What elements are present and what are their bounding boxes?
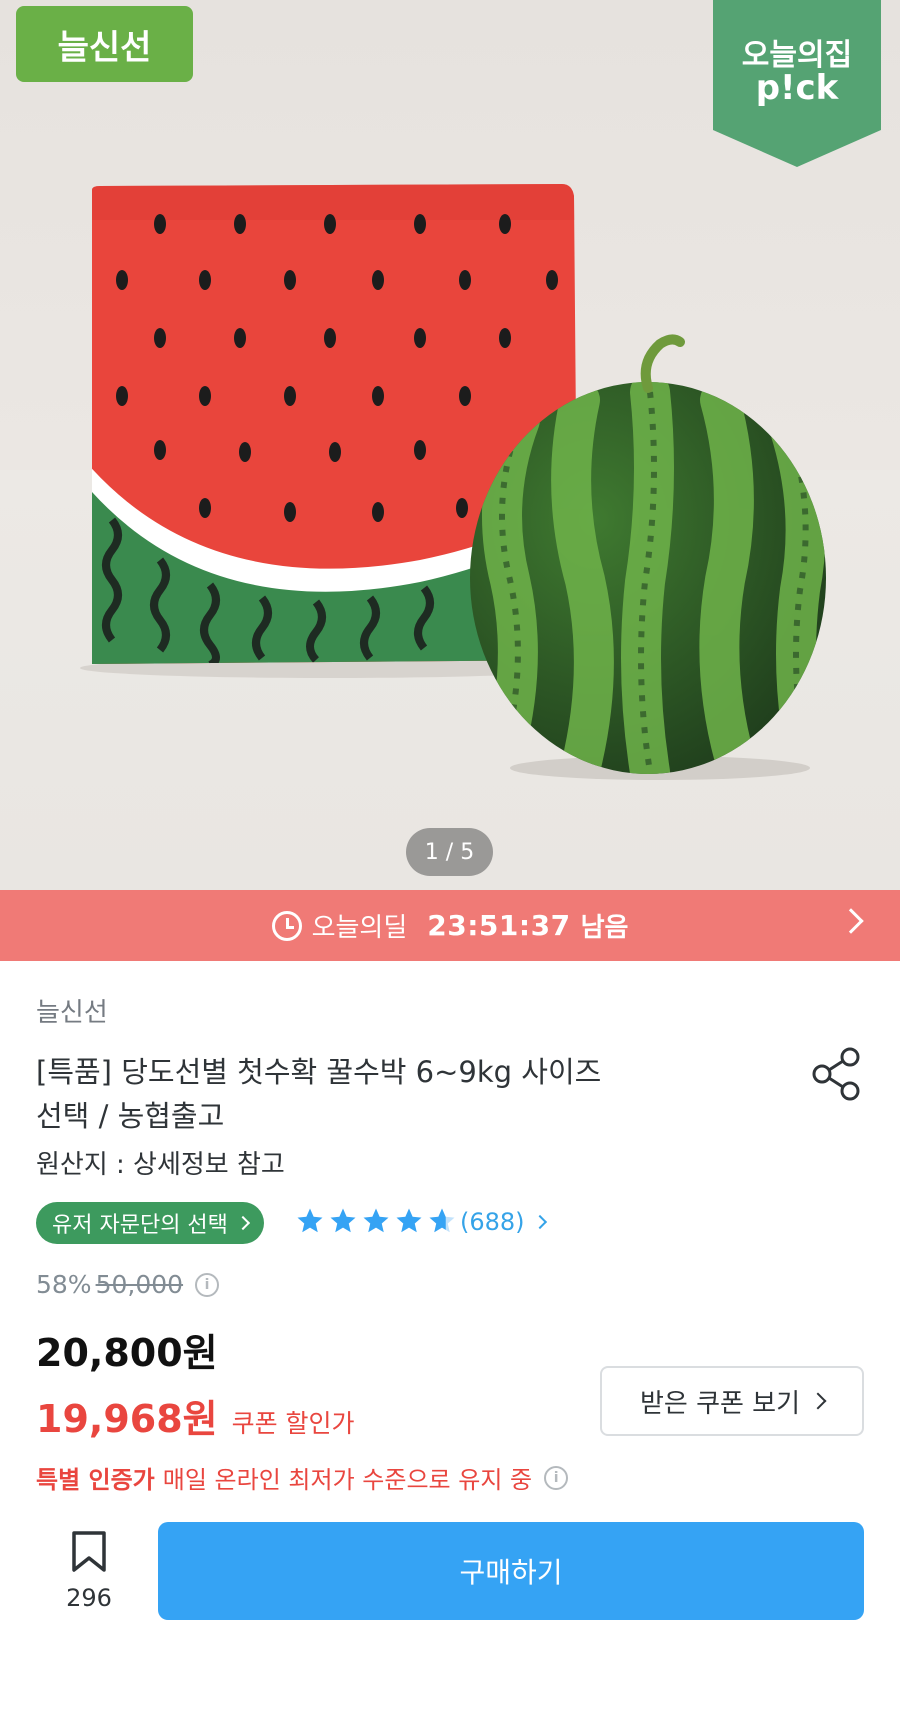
original-price: 50,000 — [95, 1270, 184, 1299]
discount-rate: 58% — [36, 1270, 92, 1299]
star-icon — [297, 1208, 323, 1233]
chevron-right-icon — [532, 1214, 547, 1230]
star-icon — [363, 1208, 389, 1233]
view-coupons-label: 받은 쿠폰 보기 — [639, 1388, 801, 1419]
todays-deal-bar[interactable]: 오늘의딜 23:51:37 남음 — [0, 890, 900, 961]
chevron-right-icon — [235, 1215, 250, 1231]
certified-price-notice: 특별 인증가 매일 온라인 최저가 수준으로 유지 중 i — [36, 1460, 569, 1495]
clock-icon — [271, 910, 302, 941]
star-icon — [396, 1208, 422, 1233]
image-pager: 1 / 5 — [406, 828, 493, 876]
deal-remaining-label: 남음 — [580, 913, 629, 943]
bookmark-button[interactable]: 296 — [56, 1530, 122, 1612]
buy-button[interactable]: 구매하기 — [158, 1522, 864, 1620]
share-button[interactable] — [810, 1046, 862, 1102]
fresh-badge: 늘신선 — [16, 6, 193, 82]
coupon-price-label: 쿠폰 할인가 — [231, 1409, 355, 1438]
product-title-line2: 선택 / 농협출고 — [36, 1099, 225, 1133]
view-coupons-button[interactable]: 받은 쿠폰 보기 — [600, 1366, 864, 1436]
user-panel-choice-badge[interactable]: 유저 자문단의 선택 — [36, 1202, 264, 1244]
review-count-link[interactable]: (688) — [460, 1208, 547, 1236]
half-star-icon — [429, 1208, 455, 1233]
bookmark-count: 296 — [66, 1584, 112, 1612]
cert-text: 매일 온라인 최저가 수준으로 유지 중 — [162, 1466, 533, 1494]
sale-price: 20,800원 — [36, 1331, 218, 1375]
product-image-carousel[interactable]: 늘신선 오늘의집 p!ck 1 / 5 — [0, 0, 900, 890]
star-icon — [330, 1208, 356, 1233]
product-title-line1: [특품] 당도선별 첫수확 꿀수박 6~9kg 사이즈 — [36, 1055, 602, 1089]
brand-name[interactable]: 늘신선 — [36, 992, 108, 1029]
pick-badge-line2: p!ck — [755, 68, 839, 108]
discount-row: 58% 50,000 i — [36, 1270, 220, 1299]
choice-badge-label: 유저 자문단의 선택 — [52, 1213, 228, 1238]
chevron-right-icon — [838, 908, 864, 934]
info-icon[interactable]: i — [195, 1272, 220, 1297]
cert-strong: 특별 인증가 — [36, 1466, 155, 1494]
review-count: (688) — [460, 1208, 525, 1236]
deal-label: 오늘의딜 — [311, 913, 408, 943]
product-title: [특품] 당도선별 첫수확 꿀수박 6~9kg 사이즈 선택 / 농협출고 — [36, 1050, 716, 1138]
rating-stars[interactable] — [294, 1206, 459, 1236]
origin-info: 원산지 : 상세정보 참고 — [36, 1150, 285, 1180]
info-icon[interactable]: i — [544, 1465, 569, 1490]
deal-countdown: 23:51:37 — [427, 909, 571, 942]
coupon-price-row: 19,968원 쿠폰 할인가 — [36, 1388, 355, 1443]
bookmark-icon — [72, 1531, 106, 1572]
chevron-right-icon — [809, 1392, 827, 1410]
pick-badge: 오늘의집 p!ck — [713, 0, 881, 167]
share-icon — [812, 1047, 860, 1101]
coupon-price: 19,968원 — [36, 1397, 218, 1441]
